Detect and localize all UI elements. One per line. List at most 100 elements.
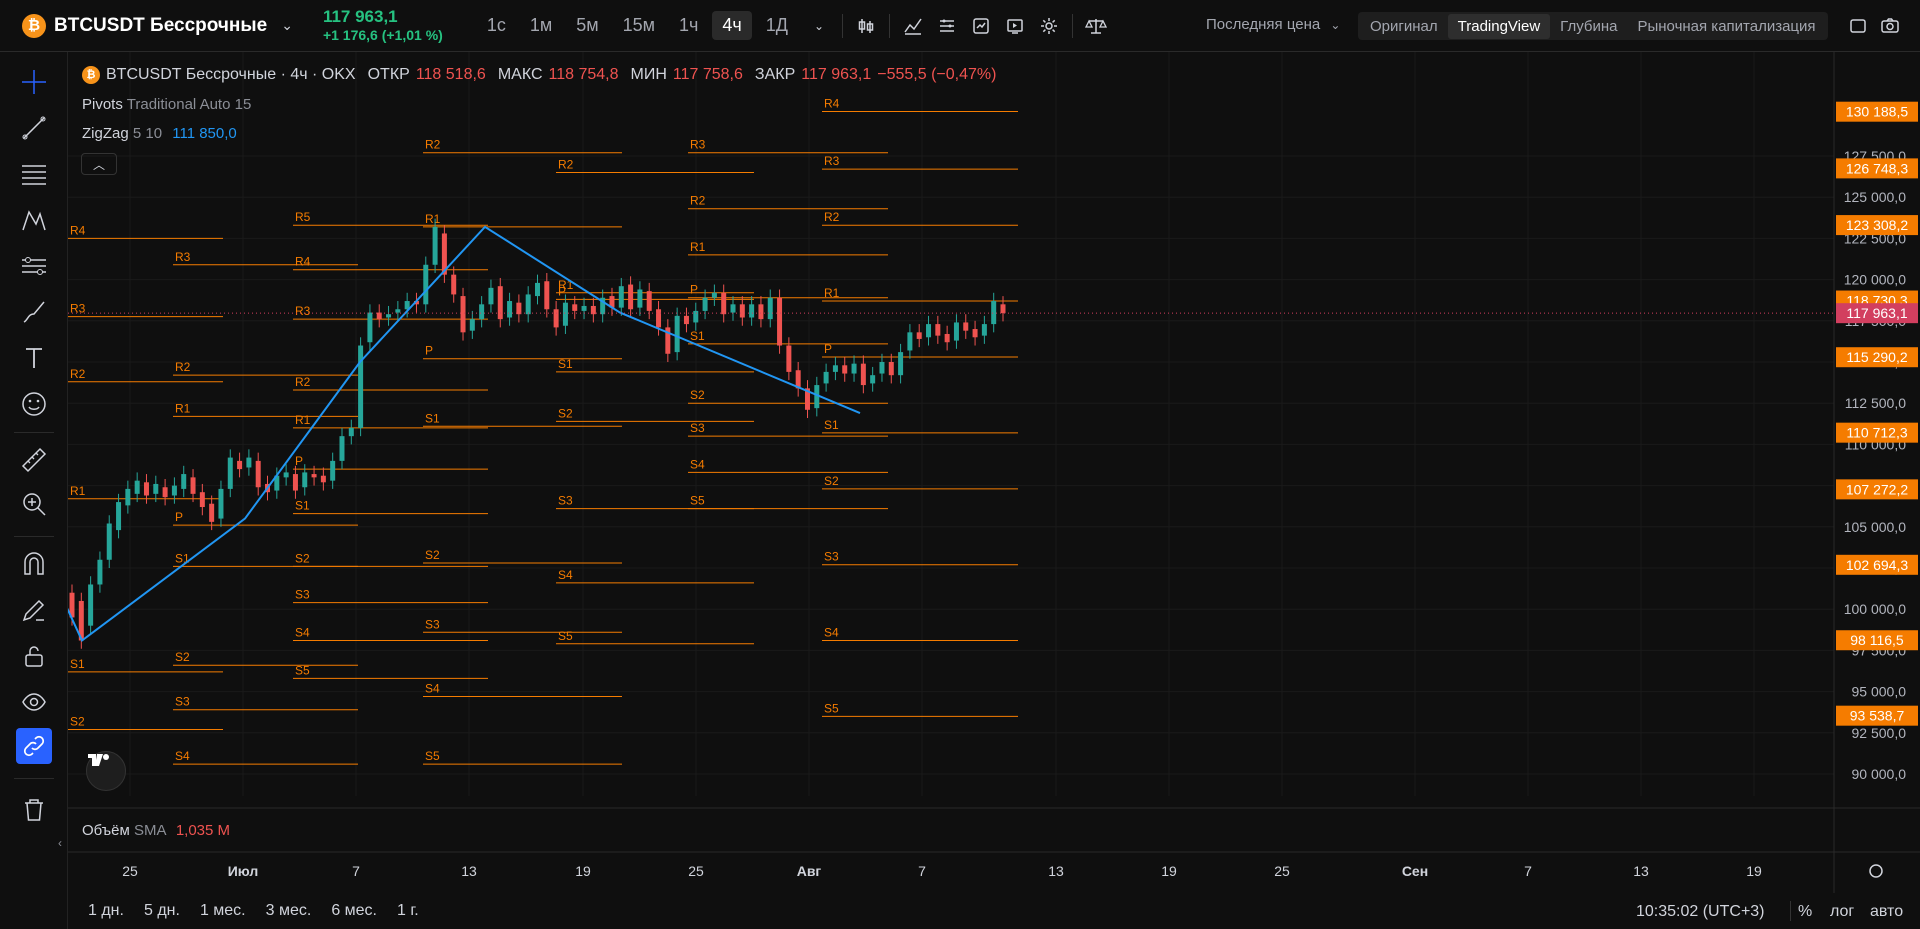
price-summary: 117 963,1 +1 176,6 (+1,01 %) [323,7,443,44]
lock-icon[interactable] [16,638,52,674]
candle-body [888,362,894,376]
timeframe-1s[interactable]: 1с [477,11,516,40]
zoom-in-icon[interactable] [16,486,52,522]
price-chart[interactable]: R4 R3 R2 R1 S1 S2 R3 R2 R1 P S1 S2 S3 S4 R5 R4 R3 R2 R1 P S1… [68,52,1920,893]
time-tick-label: 13 [461,863,477,879]
time-tick-label: 7 [352,863,360,879]
pivot-level-label: S5 [425,749,440,763]
pivot-level-label: S4 [175,749,190,763]
range-5d[interactable]: 5 дн. [144,902,180,920]
text-tool-icon[interactable] [16,340,52,376]
magnet-icon[interactable] [16,546,52,582]
pivot-level-label: S3 [175,695,190,709]
price-tick-label: 125 000,0 [1844,189,1906,205]
pivot-price-label: 123 308,2 [1846,217,1908,233]
camera-icon[interactable] [1878,14,1902,38]
pivot-level-label: S1 [425,411,440,425]
crosshair-icon[interactable] [16,64,52,100]
time-tick-label: Июл [228,863,259,879]
close-label: ЗАКР [754,66,796,83]
candle-body [497,286,503,320]
timeframe-1d[interactable]: 1Д [756,11,798,40]
fib-retracement-icon[interactable] [16,156,52,192]
pivot-level-label: R2 [295,375,311,389]
pivots-name: Pivots [82,96,123,113]
pivot-level-label: R1 [175,401,191,415]
range-3m[interactable]: 3 мес. [266,902,312,920]
pivot-level-label: P [295,454,303,468]
pivot-level-label: S4 [690,457,705,471]
pivot-level-label: R2 [425,138,441,152]
symbol-selector[interactable]: ₿ BTCUSDT Бессрочные ⌄ [22,13,293,38]
tradingview-logo-icon[interactable] [86,751,126,791]
range-1m[interactable]: 1 мес. [200,902,246,920]
auto-scale-toggle[interactable]: авто [1870,903,1903,921]
templates-icon[interactable] [930,9,964,43]
price-tick-label: 120 000,0 [1844,272,1906,288]
log-scale-toggle[interactable]: лог [1830,903,1854,921]
pivot-level-label: R3 [690,138,706,152]
time-tick-label: 7 [918,863,926,879]
candle-body [870,375,876,384]
eye-icon[interactable] [16,684,52,720]
timeframe-1m[interactable]: 1м [520,11,562,40]
range-6m[interactable]: 6 мес. [331,902,377,920]
percent-scale-toggle[interactable]: % [1798,903,1812,921]
tab-market-cap[interactable]: Рыночная капитализация [1627,14,1825,39]
timeframe-1h[interactable]: 1ч [669,11,708,40]
axis-settings-icon[interactable] [1869,864,1883,878]
range-1d[interactable]: 1 дн. [88,902,124,920]
volume-indicator[interactable]: Объём SMA 1,035 M [82,822,230,839]
tab-depth[interactable]: Глубина [1550,14,1627,39]
alert-icon[interactable] [964,9,998,43]
candle-body [656,309,662,328]
trend-line-icon[interactable] [16,110,52,146]
zigzag-value: 111 850,0 [172,125,237,142]
pivot-level-label: S2 [558,406,573,420]
draw-mode-icon[interactable] [16,592,52,628]
replay-icon[interactable] [998,9,1032,43]
pivot-level-label: S2 [295,551,310,565]
price-source-select[interactable]: Последняя цена ⌄ [1206,16,1340,33]
pivot-level-label: R1 [824,286,840,300]
time-tick-label: 19 [575,863,591,879]
legend-title: BTCUSDT Бессрочные · 4ч · OKX [106,66,356,83]
candle-body [320,475,326,483]
timeframe-15m[interactable]: 15м [613,11,665,40]
tab-tradingview[interactable]: TradingView [1447,13,1551,39]
zigzag-indicator[interactable]: ZigZag 5 10 111 850,0 [82,125,237,142]
pivot-level-label: S3 [558,494,573,508]
tab-original[interactable]: Оригинал [1360,14,1448,39]
timeframe-5m[interactable]: 5м [566,11,608,40]
ruler-icon[interactable] [16,442,52,478]
pivot-level-label: S2 [824,474,839,488]
window-icon[interactable] [1846,14,1870,38]
range-1y[interactable]: 1 г. [397,902,419,920]
candle-body [562,302,568,326]
timeframe-more-icon[interactable]: ⌄ [802,9,836,43]
timeframe-4h[interactable]: 4ч [712,11,752,40]
pivot-level-label: R2 [690,194,706,208]
pivot-level-label: S5 [558,629,573,643]
clock[interactable]: 10:35:02 (UTC+3) [1636,903,1765,921]
pivot-level-label: S3 [824,550,839,564]
pivot-level-label: R3 [295,304,311,318]
forecast-icon[interactable] [16,248,52,284]
candle-body [358,345,364,428]
settings-gear-icon[interactable] [1032,9,1066,43]
chart-area[interactable]: R4 R3 R2 R1 S1 S2 R3 R2 R1 P S1 S2 S3 S4 R5 R4 R3 R2 R1 P S1… [68,52,1920,929]
candle-type-icon[interactable] [849,9,883,43]
compare-scale-icon[interactable] [1079,9,1113,43]
link-icon[interactable] [16,728,52,764]
candle-body [553,309,559,328]
indicators-icon[interactable] [896,9,930,43]
emoji-icon[interactable] [16,386,52,422]
trash-icon[interactable] [16,792,52,828]
volume-value: 1,035 M [175,822,231,839]
collapse-legend-button[interactable]: ︿ [81,153,117,175]
brush-icon[interactable] [16,294,52,330]
pivot-level-label: S1 [558,357,573,371]
pivots-indicator[interactable]: Pivots Traditional Auto 15 [82,96,251,113]
expand-panel-icon[interactable]: ‹ [58,836,62,850]
pattern-icon[interactable] [16,202,52,238]
